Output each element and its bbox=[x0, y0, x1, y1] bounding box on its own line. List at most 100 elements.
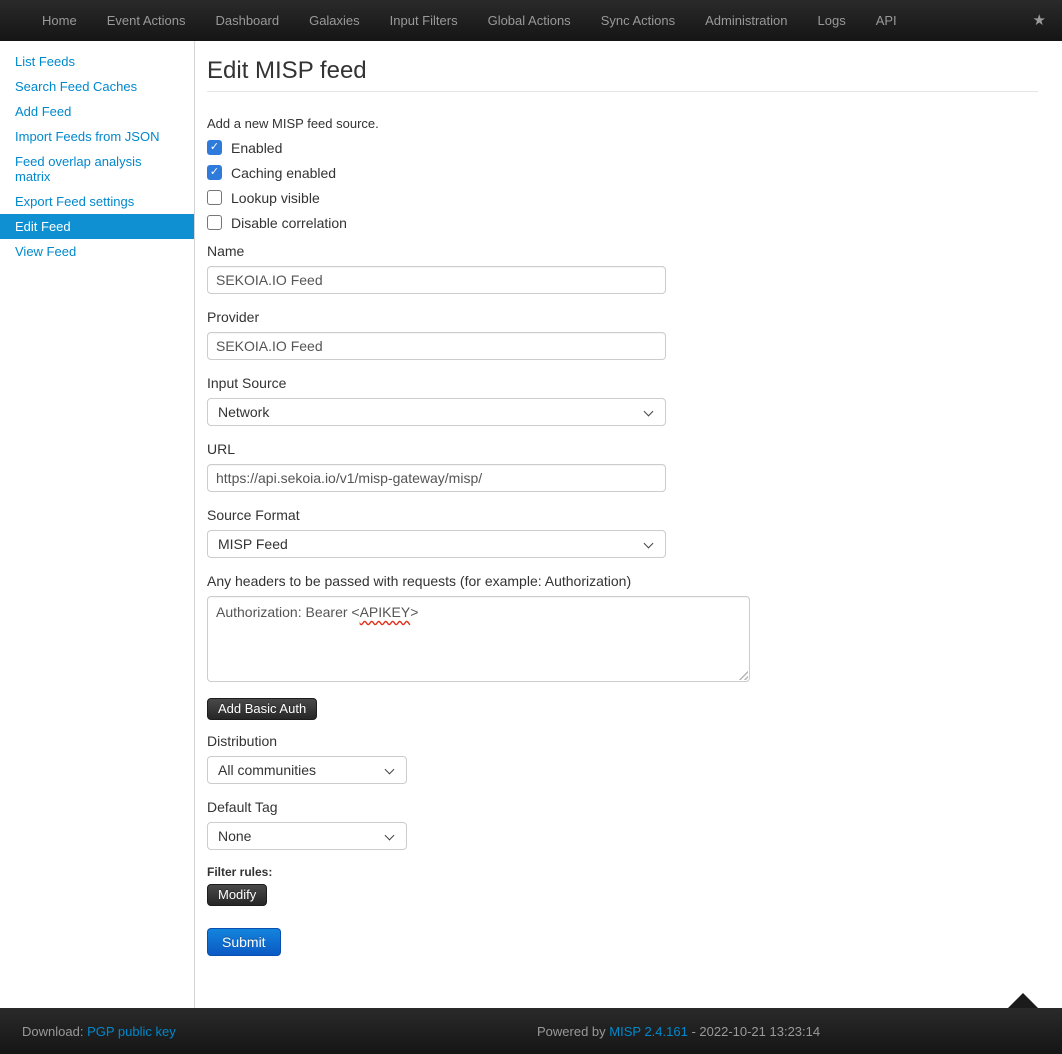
feed-sidebar: List Feeds Search Feed Caches Add Feed I… bbox=[0, 41, 195, 1008]
sidebar-link-edit-feed[interactable]: Edit Feed bbox=[0, 214, 194, 239]
provider-input[interactable] bbox=[207, 332, 666, 360]
form-intro-text: Add a new MISP feed source. bbox=[207, 116, 1038, 131]
sidebar-item-view-feed: View Feed bbox=[0, 239, 194, 264]
submit-row: Submit bbox=[207, 928, 1038, 956]
sidebar-menu: List Feeds Search Feed Caches Add Feed I… bbox=[0, 49, 194, 264]
default-tag-field-group: Default Tag None bbox=[207, 799, 1038, 850]
nav-link-dashboard[interactable]: Dashboard bbox=[200, 0, 294, 41]
provider-field-group: Provider bbox=[207, 309, 1038, 360]
nav-link-input-filters[interactable]: Input Filters bbox=[375, 0, 473, 41]
nav-link-sync-actions[interactable]: Sync Actions bbox=[586, 0, 690, 41]
url-field-group: URL bbox=[207, 441, 1038, 492]
nav-link-galaxies[interactable]: Galaxies bbox=[294, 0, 375, 41]
sidebar-item-search-feed-caches: Search Feed Caches bbox=[0, 74, 194, 99]
input-source-selected-value: Network bbox=[218, 404, 269, 420]
nav-link-event-actions[interactable]: Event Actions bbox=[92, 0, 201, 41]
headers-textarea[interactable]: Authorization: Bearer <APIKEY> bbox=[207, 596, 750, 682]
disable-correlation-checkbox[interactable]: ✓ bbox=[207, 215, 222, 230]
chevron-down-icon bbox=[644, 539, 654, 549]
submit-button[interactable]: Submit bbox=[207, 928, 281, 956]
nav-link-administration[interactable]: Administration bbox=[690, 0, 802, 41]
sidebar-item-add-feed: Add Feed bbox=[0, 99, 194, 124]
default-tag-selected-value: None bbox=[218, 828, 251, 844]
footer-timestamp: - 2022-10-21 13:23:14 bbox=[691, 1024, 820, 1039]
nav-item-administration: Administration bbox=[690, 0, 802, 41]
misp-version-link[interactable]: MISP 2.4.161 bbox=[609, 1024, 688, 1039]
disable-correlation-checkbox-row[interactable]: ✓ Disable correlation bbox=[207, 215, 1038, 230]
filter-rules-label: Filter rules: bbox=[207, 865, 1038, 879]
distribution-select[interactable]: All communities bbox=[207, 756, 407, 784]
enabled-checkbox-label: Enabled bbox=[231, 140, 282, 156]
caching-enabled-checkbox[interactable]: ✓ bbox=[207, 165, 222, 180]
scroll-to-top-icon[interactable] bbox=[1008, 993, 1038, 1008]
source-format-field-group: Source Format MISP Feed bbox=[207, 507, 1038, 558]
nav-link-api[interactable]: API bbox=[861, 0, 912, 41]
navbar-menu: Home Event Actions Dashboard Galaxies In… bbox=[27, 0, 912, 41]
page-title: Edit MISP feed bbox=[207, 56, 1038, 86]
edit-feed-main: Edit MISP feed Add a new MISP feed sourc… bbox=[195, 41, 1062, 1008]
input-source-select[interactable]: Network bbox=[207, 398, 666, 426]
sidebar-item-import-feeds: Import Feeds from JSON bbox=[0, 124, 194, 149]
headers-value-prefix: Authorization: Bearer < bbox=[216, 604, 360, 620]
nav-link-global-actions[interactable]: Global Actions bbox=[473, 0, 586, 41]
sidebar-link-export-feed-settings[interactable]: Export Feed settings bbox=[0, 189, 194, 214]
sidebar-link-view-feed[interactable]: View Feed bbox=[0, 239, 194, 264]
source-format-selected-value: MISP Feed bbox=[218, 536, 288, 552]
sidebar-item-export-feed-settings: Export Feed settings bbox=[0, 189, 194, 214]
default-tag-select[interactable]: None bbox=[207, 822, 407, 850]
enabled-checkbox[interactable]: ✓ bbox=[207, 140, 222, 155]
lookup-visible-checkbox[interactable]: ✓ bbox=[207, 190, 222, 205]
modify-filter-rules-button[interactable]: Modify bbox=[207, 884, 267, 906]
content-area: List Feeds Search Feed Caches Add Feed I… bbox=[0, 41, 1062, 1008]
nav-link-home[interactable]: Home bbox=[27, 0, 92, 41]
title-divider bbox=[207, 91, 1038, 92]
disable-correlation-checkbox-label: Disable correlation bbox=[231, 215, 347, 231]
lookup-visible-checkbox-row[interactable]: ✓ Lookup visible bbox=[207, 190, 1038, 205]
name-label: Name bbox=[207, 243, 1038, 259]
top-navbar: Home Event Actions Dashboard Galaxies In… bbox=[0, 0, 1062, 41]
page-footer: Download: PGP public key Powered by MISP… bbox=[0, 1008, 1062, 1054]
headers-label: Any headers to be passed with requests (… bbox=[207, 573, 1038, 589]
name-field-group: Name bbox=[207, 243, 1038, 294]
download-label: Download: bbox=[22, 1024, 83, 1039]
headers-field-group: Any headers to be passed with requests (… bbox=[207, 573, 1038, 682]
distribution-selected-value: All communities bbox=[218, 762, 316, 778]
pgp-public-key-link[interactable]: PGP public key bbox=[87, 1024, 176, 1039]
sidebar-link-list-feeds[interactable]: List Feeds bbox=[0, 49, 194, 74]
sidebar-link-feed-overlap[interactable]: Feed overlap analysis matrix bbox=[0, 149, 194, 189]
sidebar-link-search-feed-caches[interactable]: Search Feed Caches bbox=[0, 74, 194, 99]
add-basic-auth-row: Add Basic Auth bbox=[207, 698, 1038, 720]
footer-zone: Download: PGP public key Powered by MISP… bbox=[0, 1008, 1062, 1054]
chevron-down-icon bbox=[385, 831, 395, 841]
url-input[interactable] bbox=[207, 464, 666, 492]
headers-value-spellcheck-flagged: APIKEY bbox=[360, 604, 411, 620]
sidebar-link-import-feeds[interactable]: Import Feeds from JSON bbox=[0, 124, 194, 149]
headers-textarea-wrap: Authorization: Bearer <APIKEY> bbox=[207, 596, 750, 682]
checkmark-icon: ✓ bbox=[210, 167, 219, 178]
add-basic-auth-button[interactable]: Add Basic Auth bbox=[207, 698, 317, 720]
star-icon[interactable]: ★ bbox=[1017, 0, 1062, 41]
nav-item-input-filters: Input Filters bbox=[375, 0, 473, 41]
input-source-field-group: Input Source Network bbox=[207, 375, 1038, 426]
source-format-select[interactable]: MISP Feed bbox=[207, 530, 666, 558]
chevron-down-icon bbox=[644, 407, 654, 417]
enabled-checkbox-row[interactable]: ✓ Enabled bbox=[207, 140, 1038, 155]
input-source-label: Input Source bbox=[207, 375, 1038, 391]
sidebar-link-add-feed[interactable]: Add Feed bbox=[0, 99, 194, 124]
powered-by-text: Powered by MISP 2.4.161 - 2022-10-21 13:… bbox=[537, 1024, 820, 1039]
caching-enabled-checkbox-label: Caching enabled bbox=[231, 165, 336, 181]
sidebar-item-list-feeds: List Feeds bbox=[0, 49, 194, 74]
provider-label: Provider bbox=[207, 309, 1038, 325]
nav-item-sync-actions: Sync Actions bbox=[586, 0, 690, 41]
source-format-label: Source Format bbox=[207, 507, 1038, 523]
checkmark-icon: ✓ bbox=[210, 142, 219, 153]
name-input[interactable] bbox=[207, 266, 666, 294]
sidebar-item-edit-feed: Edit Feed bbox=[0, 214, 194, 239]
nav-link-logs[interactable]: Logs bbox=[803, 0, 861, 41]
chevron-down-icon bbox=[385, 765, 395, 775]
caching-enabled-checkbox-row[interactable]: ✓ Caching enabled bbox=[207, 165, 1038, 180]
headers-value-suffix: > bbox=[410, 604, 418, 620]
nav-item-home: Home bbox=[27, 0, 92, 41]
lookup-visible-checkbox-label: Lookup visible bbox=[231, 190, 320, 206]
misp-app: Home Event Actions Dashboard Galaxies In… bbox=[0, 0, 1062, 1054]
